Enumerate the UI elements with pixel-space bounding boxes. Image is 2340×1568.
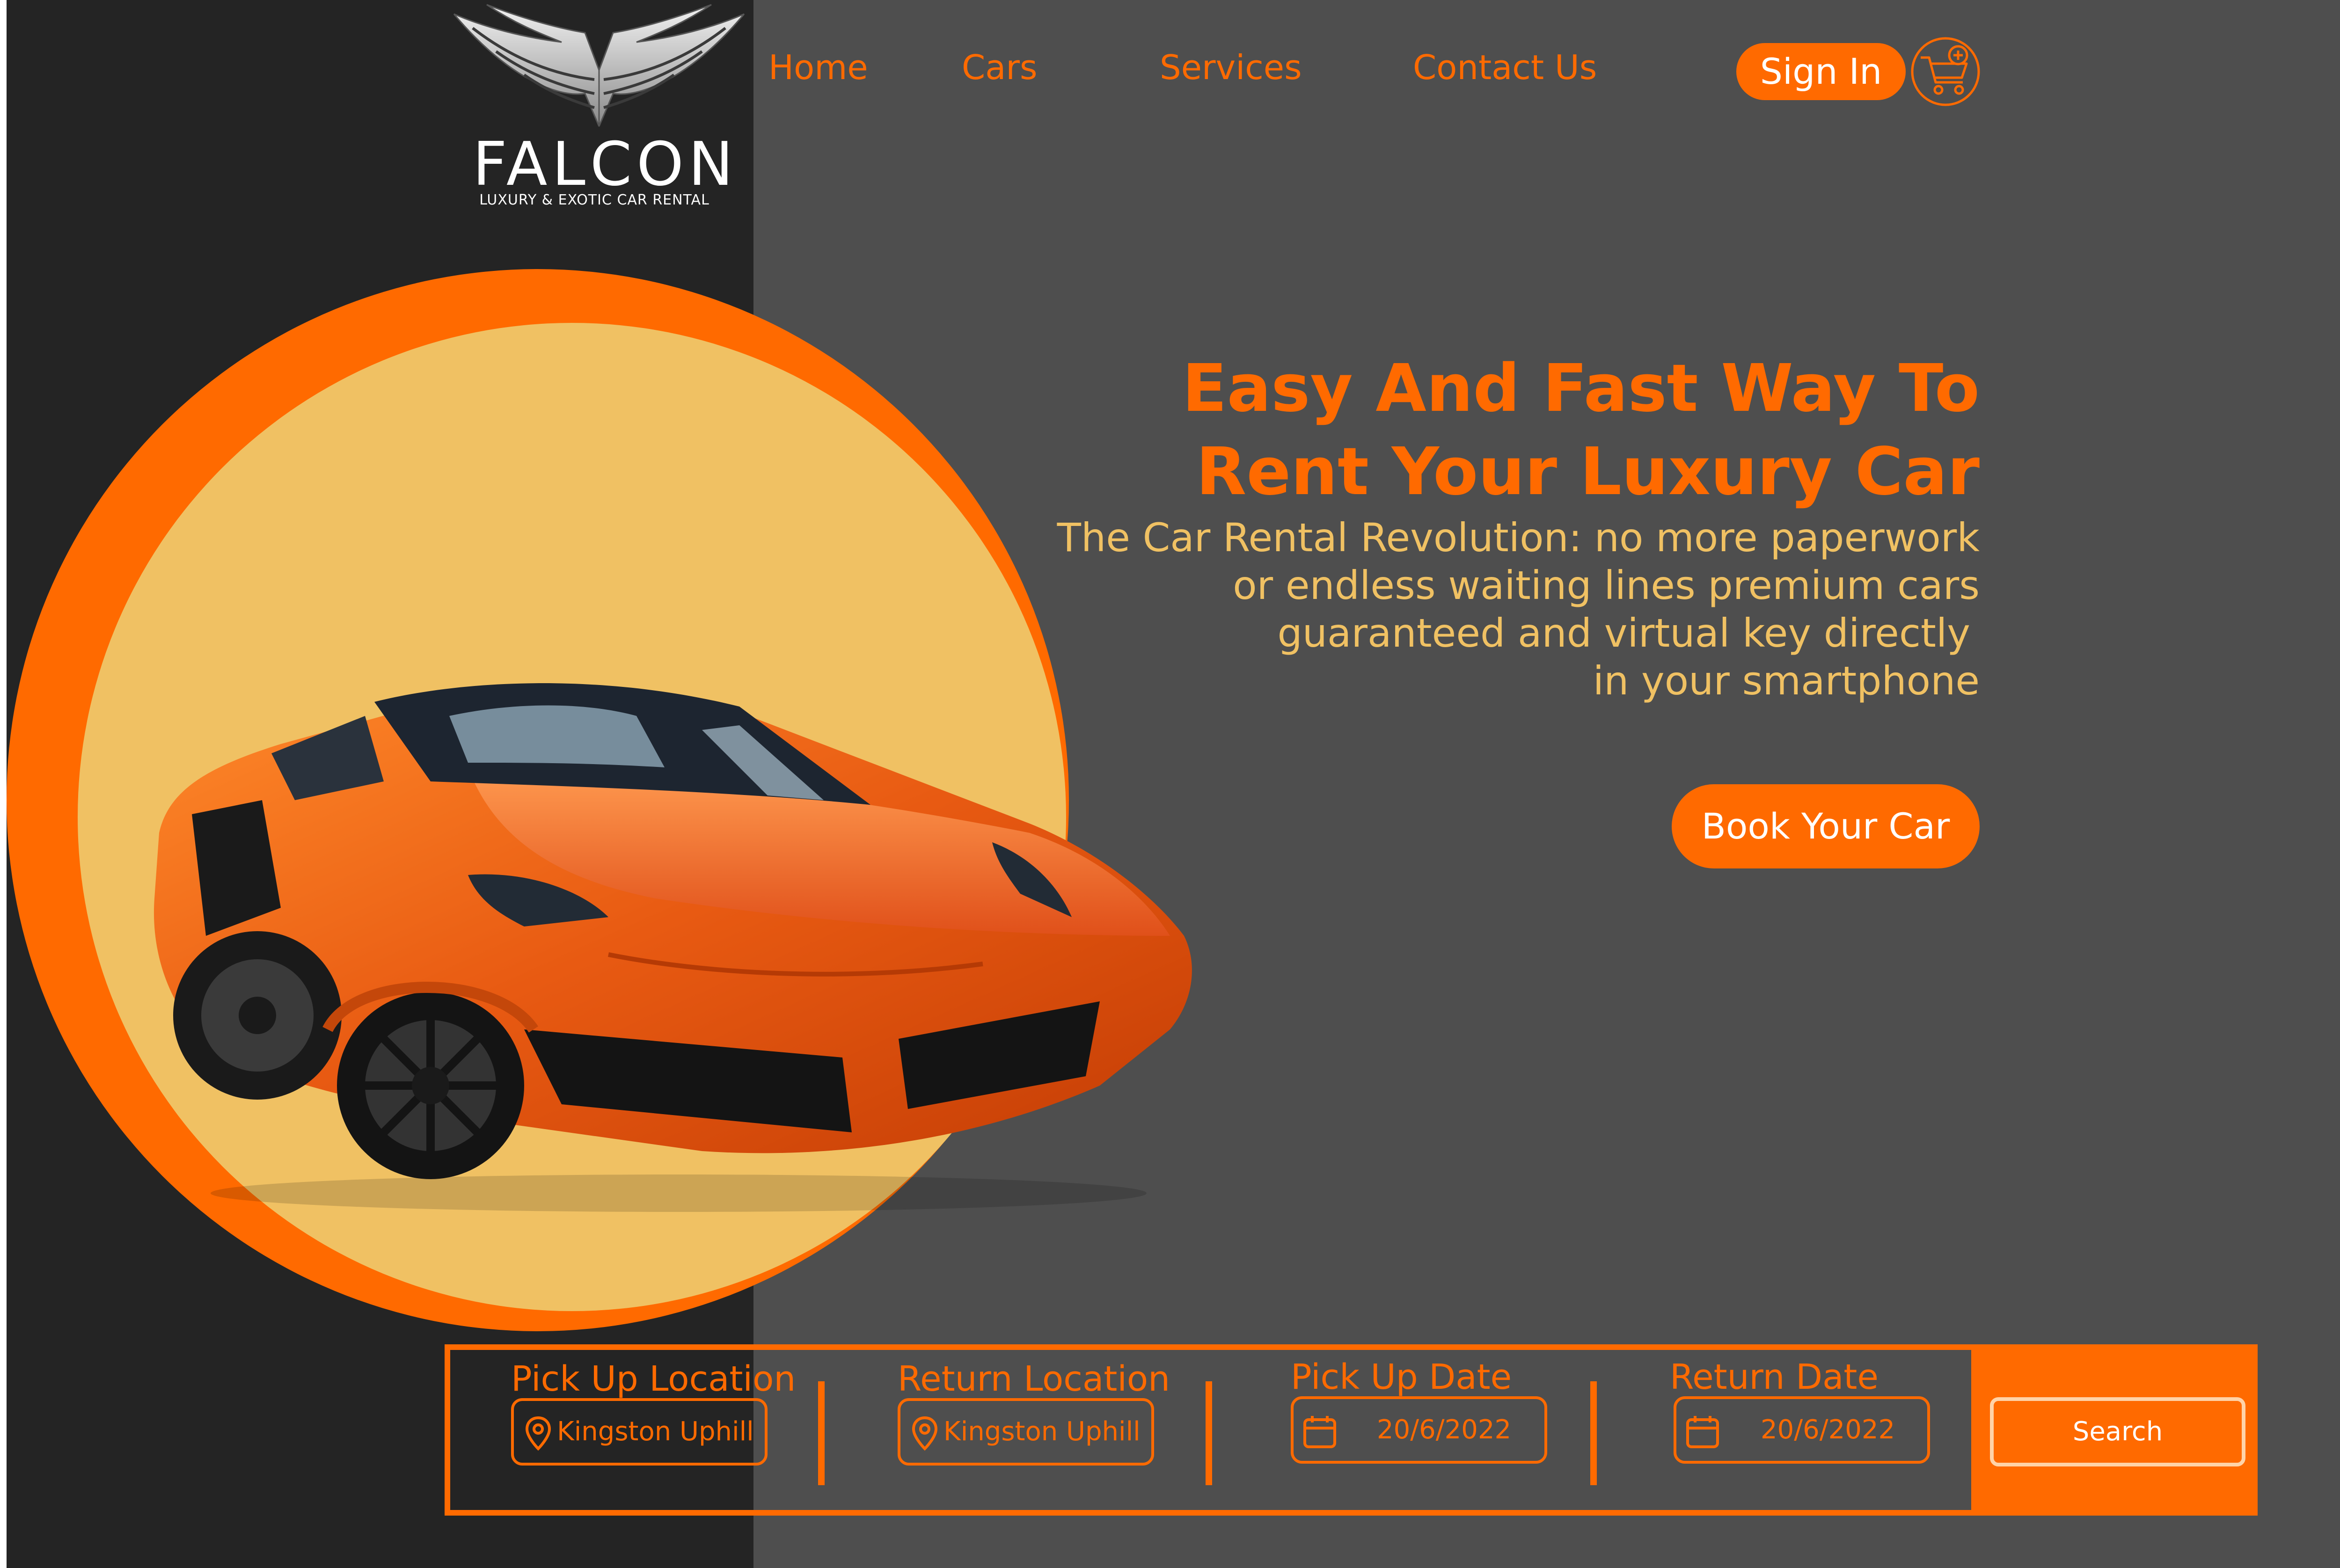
field-divider bbox=[1206, 1381, 1212, 1485]
nav-home[interactable]: Home bbox=[768, 51, 868, 84]
return-date-value: 20/6/2022 bbox=[1761, 1415, 1895, 1445]
cart-plus-icon[interactable] bbox=[1910, 36, 1981, 107]
pickup-date-value: 20/6/2022 bbox=[1377, 1415, 1512, 1445]
return-location-label: Return Location bbox=[898, 1359, 1170, 1399]
hero-subtext-line-4: in your smartphone bbox=[1593, 658, 1980, 704]
calendar-icon bbox=[1303, 1416, 1336, 1448]
return-location-value: Kingston Uphill bbox=[943, 1416, 1141, 1447]
pickup-date-field[interactable]: 20/6/2022 bbox=[1291, 1396, 1547, 1464]
hero-headline: Easy And Fast Way To Rent Your Luxury Ca… bbox=[856, 347, 1980, 514]
orange-sports-car-image bbox=[154, 683, 1192, 1212]
location-pin-icon bbox=[912, 1416, 938, 1451]
landing-page: FALCON LUXURY & EXOTIC CAR RENTAL Home C… bbox=[0, 0, 2340, 1568]
pickup-location-field[interactable]: Kingston Uphill bbox=[511, 1398, 768, 1466]
field-divider bbox=[1590, 1381, 1597, 1485]
location-pin-icon bbox=[525, 1416, 551, 1451]
return-location-field[interactable]: Kingston Uphill bbox=[898, 1398, 1154, 1466]
nav-services[interactable]: Services bbox=[1160, 51, 1302, 84]
pickup-location-label: Pick Up Location bbox=[511, 1359, 796, 1399]
return-date-field[interactable]: 20/6/2022 bbox=[1674, 1396, 1930, 1464]
hero-subtext-line-2: or endless waiting lines premium cars bbox=[1233, 562, 1980, 608]
nav-contact-us[interactable]: Contact Us bbox=[1413, 51, 1597, 84]
hero-headline-line-2: Rent Your Luxury Car bbox=[1196, 434, 1980, 510]
brand-logo[interactable]: FALCON LUXURY & EXOTIC CAR RENTAL bbox=[445, 0, 753, 211]
hero-headline-line-1: Easy And Fast Way To bbox=[1182, 350, 1980, 427]
book-your-car-button[interactable]: Book Your Car bbox=[1672, 784, 1980, 868]
return-date-label: Return Date bbox=[1670, 1357, 1879, 1397]
pickup-date-label: Pick Up Date bbox=[1291, 1357, 1512, 1397]
hero-subtext-line-3: guaranteed and virtual key directly bbox=[1277, 610, 1970, 656]
falcon-wings-icon bbox=[453, 4, 745, 127]
pickup-location-value: Kingston Uphill bbox=[557, 1416, 754, 1447]
brand-tagline: LUXURY & EXOTIC CAR RENTAL bbox=[479, 192, 709, 208]
calendar-icon bbox=[1686, 1416, 1719, 1448]
field-divider bbox=[818, 1381, 825, 1485]
sign-in-button[interactable]: Sign In bbox=[1736, 43, 1906, 100]
hero-subtext: The Car Rental Revolution: no more paper… bbox=[856, 514, 1980, 705]
nav-cars[interactable]: Cars bbox=[962, 51, 1038, 84]
brand-name: FALCON bbox=[473, 130, 738, 199]
search-button[interactable]: Search bbox=[1990, 1397, 2245, 1466]
hero-subtext-line-1: The Car Rental Revolution: no more paper… bbox=[1057, 515, 1980, 561]
